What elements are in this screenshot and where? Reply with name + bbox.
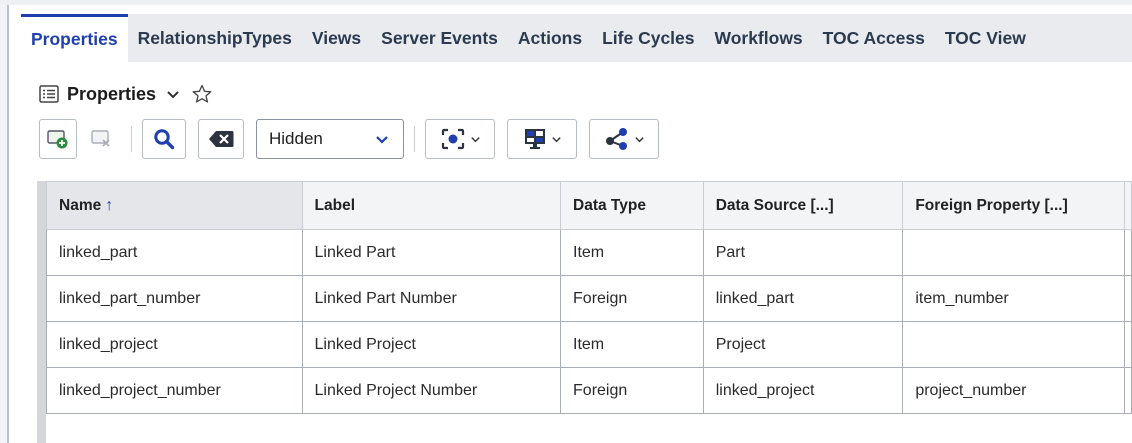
star-icon[interactable] (192, 84, 212, 104)
column-header-name[interactable]: Name ↑ (46, 181, 303, 230)
cell-overflow (1124, 321, 1132, 368)
tab-life-cycles[interactable]: Life Cycles (592, 14, 704, 62)
column-header-data-type[interactable]: Data Type (560, 181, 704, 230)
tab-relationship-types[interactable]: RelationshipTypes (128, 14, 302, 62)
column-header-label[interactable]: Label (301, 181, 562, 230)
window: Properties RelationshipTypes Views Serve… (0, 0, 1132, 443)
properties-grid: Name ↑ Label Data Type Data Source [...] … (37, 181, 1132, 443)
cell-label[interactable]: Linked Part (301, 229, 562, 276)
cell-name[interactable]: linked_project_number (46, 367, 303, 414)
chevron-down-icon (376, 136, 388, 144)
cell-overflow (1124, 275, 1132, 322)
cell-foreign-property[interactable]: project_number (902, 367, 1125, 414)
cell-data-type[interactable]: Item (560, 229, 704, 276)
left-border (7, 5, 9, 443)
cell-overflow (1124, 367, 1132, 414)
cell-data-source[interactable]: Part (702, 229, 904, 276)
focus-menu-button[interactable] (425, 119, 495, 159)
tab-toc-view[interactable]: TOC View (935, 14, 1036, 62)
properties-table: Name ↑ Label Data Type Data Source [...] … (46, 181, 1132, 414)
cell-data-source[interactable]: Project (702, 321, 904, 368)
column-header-label: Name (59, 196, 102, 214)
tab-server-events[interactable]: Server Events (371, 14, 508, 62)
tab-views[interactable]: Views (302, 14, 371, 62)
cell-data-type[interactable]: Foreign (560, 275, 704, 322)
cell-name[interactable]: linked_part_number (46, 275, 303, 322)
row-selector-gutter[interactable] (37, 181, 46, 443)
share-icon (605, 128, 627, 150)
cell-data-source[interactable]: linked_project (702, 367, 904, 414)
table-row[interactable]: linked_project_number Linked Project Num… (46, 367, 1132, 414)
search-icon (154, 129, 175, 150)
chevron-down-icon (470, 136, 480, 142)
cell-overflow (1124, 229, 1132, 276)
backspace-icon (209, 131, 234, 147)
column-header-foreign-property[interactable]: Foreign Property [...] (902, 181, 1125, 230)
cell-foreign-property[interactable] (902, 321, 1125, 368)
section-title: Properties (67, 83, 157, 104)
add-row-button[interactable] (39, 119, 77, 159)
remove-row-button[interactable] (83, 119, 121, 159)
chevron-down-icon (551, 136, 561, 142)
cell-name[interactable]: linked_part (46, 229, 303, 276)
table-row[interactable]: linked_part Linked Part Item Part (46, 229, 1132, 276)
left-outer-edge (0, 5, 7, 443)
cell-foreign-property[interactable] (902, 229, 1125, 276)
top-edge (0, 0, 1132, 5)
sort-ascending-icon: ↑ (105, 196, 114, 214)
table-row[interactable]: linked_part_number Linked Part Number Fo… (46, 275, 1132, 322)
cell-data-source[interactable]: linked_part (702, 275, 904, 322)
chevron-down-icon (634, 136, 644, 142)
focus-target-icon (441, 128, 464, 150)
cell-data-type[interactable]: Foreign (560, 367, 704, 414)
toolbar: Hidden (39, 118, 659, 160)
tab-properties[interactable]: Properties (21, 14, 128, 62)
cell-label[interactable]: Linked Project (301, 321, 562, 368)
column-header-overflow (1124, 181, 1132, 230)
share-menu-button[interactable] (589, 119, 659, 159)
cell-foreign-property[interactable]: item_number (902, 275, 1125, 322)
cell-data-type[interactable]: Item (560, 321, 704, 368)
toolbar-separator (414, 126, 415, 152)
add-row-icon (47, 130, 68, 149)
layout-menu-button[interactable] (507, 119, 577, 159)
column-header-data-source[interactable]: Data Source [...] (702, 181, 904, 230)
cell-name[interactable]: linked_project (46, 321, 303, 368)
view-mode-value: Hidden (269, 129, 323, 148)
tab-bar: Properties RelationshipTypes Views Serve… (21, 14, 1132, 62)
search-button[interactable] (142, 119, 186, 159)
layout-icon (524, 129, 545, 149)
tab-workflows[interactable]: Workflows (705, 14, 813, 62)
list-icon (39, 85, 59, 103)
table-row[interactable]: linked_project Linked Project Item Proje… (46, 321, 1132, 368)
tab-toc-access[interactable]: TOC Access (813, 14, 935, 62)
view-mode-select[interactable]: Hidden (256, 119, 404, 159)
cell-label[interactable]: Linked Part Number (301, 275, 562, 322)
tab-actions[interactable]: Actions (508, 14, 592, 62)
remove-row-icon (91, 130, 110, 147)
header-row: Name ↑ Label Data Type Data Source [...] … (46, 181, 1132, 230)
chevron-down-icon[interactable] (166, 87, 180, 101)
toolbar-separator (131, 126, 132, 152)
cell-label[interactable]: Linked Project Number (301, 367, 562, 414)
clear-search-button[interactable] (198, 119, 244, 159)
section-header: Properties (39, 82, 212, 106)
